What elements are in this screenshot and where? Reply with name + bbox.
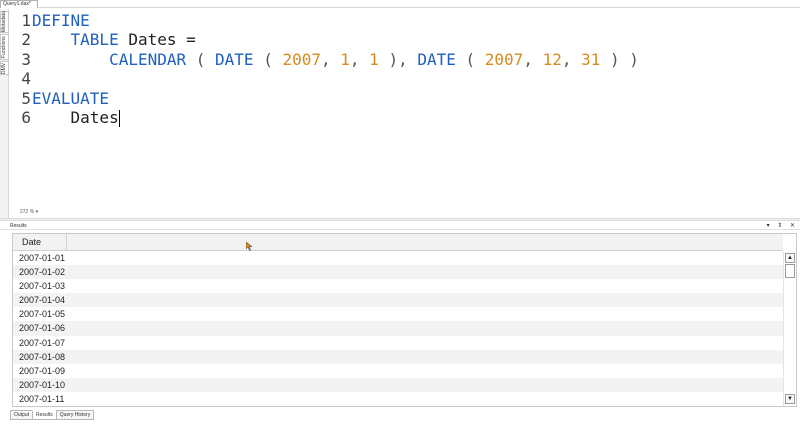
side-tab-dmv[interactable]: DMV <box>0 61 9 75</box>
side-tab-functions[interactable]: Functions <box>0 34 9 60</box>
code-line-1: DEFINE <box>32 11 639 30</box>
text-caret <box>118 109 120 127</box>
punctuation: , <box>349 49 370 69</box>
column-header-date[interactable]: Date <box>13 234 67 251</box>
scroll-up-icon[interactable]: ▲ <box>785 253 795 263</box>
results-grid[interactable]: Date 2007-01-01 2007-01-02 2007-01-03 20… <box>12 233 797 407</box>
line-number: 6 <box>21 107 31 127</box>
results-panel-header: Results ▾ ⇕ ✕ <box>0 222 800 230</box>
punctuation: ( <box>186 49 216 69</box>
table-row[interactable]: 2007-01-04 <box>13 293 783 308</box>
bottom-panel-tabs: Output Results Query History <box>10 410 95 420</box>
punctuation: , <box>561 49 582 69</box>
code-line-3: CALENDAR ( DATE ( 2007, 1, 1 ), DATE ( 2… <box>32 50 639 69</box>
zoom-level: 272 % <box>20 209 35 215</box>
line-number: 3 <box>21 49 31 69</box>
code-area[interactable]: DEFINE TABLE Dates = CALENDAR ( DATE ( 2… <box>32 11 639 127</box>
punctuation: ( <box>253 49 283 69</box>
code-line-6: Dates <box>32 108 639 127</box>
scroll-down-icon[interactable]: ▼ <box>785 394 795 404</box>
table-row[interactable]: 2007-01-10 <box>13 377 783 392</box>
line-number: 4 <box>21 69 31 89</box>
keyword: DEFINE <box>32 11 90 30</box>
table-row[interactable]: 2007-01-05 <box>13 307 783 321</box>
number-literal: 2007 <box>484 49 524 69</box>
document-tab-query1[interactable]: Query1.dax* <box>0 0 38 8</box>
grid-rows: 2007-01-01 2007-01-02 2007-01-03 2007-01… <box>13 251 783 406</box>
side-tab-metadata[interactable]: Metadata <box>0 11 9 33</box>
mouse-pointer-icon <box>246 242 253 251</box>
keyword: TABLE <box>70 30 119 50</box>
function-name: DATE <box>417 49 456 69</box>
keyword: EVALUATE <box>32 88 110 108</box>
number-literal: 2007 <box>282 49 321 69</box>
table-row[interactable]: 2007-01-07 <box>13 336 783 350</box>
line-number: 1 <box>21 11 31 30</box>
line-number: 2 <box>21 30 31 50</box>
punctuation: ( <box>455 49 485 69</box>
punctuation: ), <box>378 49 418 69</box>
line-number: 5 <box>21 88 31 108</box>
editor-zoom-indicator[interactable]: 272 % ▾ <box>10 209 800 216</box>
code-text: Dates <box>70 107 119 127</box>
grid-header: Date <box>13 234 783 251</box>
tab-query-history[interactable]: Query History <box>55 410 95 420</box>
code-line-2: TABLE Dates = <box>32 30 639 49</box>
number-literal: 1 <box>340 49 350 69</box>
scrollbar-thumb[interactable] <box>785 264 795 278</box>
panel-window-buttons[interactable]: ▾ ⇕ ✕ <box>767 222 798 230</box>
table-row[interactable]: 2007-01-08 <box>13 349 783 364</box>
panel-splitter[interactable] <box>0 218 800 221</box>
query-editor[interactable]: 1 2 3 4 5 6 DEFINE TABLE Dates = CALENDA… <box>10 9 800 209</box>
vertical-scrollbar[interactable]: ▲ ▼ <box>783 251 796 406</box>
number-literal: 12 <box>542 49 562 69</box>
table-row[interactable]: 2007-01-02 <box>13 265 783 280</box>
table-row[interactable]: 2007-01-06 <box>13 321 783 336</box>
punctuation: , <box>321 49 341 69</box>
table-row[interactable]: 2007-01-09 <box>13 364 783 378</box>
function-name: DATE <box>215 49 254 69</box>
side-panel-tabs: Metadata Functions DMV <box>0 9 9 219</box>
table-row[interactable]: 2007-01-11 <box>13 392 783 406</box>
table-row[interactable]: 2007-01-03 <box>13 279 783 293</box>
number-literal: 31 <box>581 49 601 69</box>
code-line-5: EVALUATE <box>32 89 639 108</box>
table-row[interactable]: 2007-01-01 <box>13 251 783 265</box>
number-literal: 1 <box>369 49 379 69</box>
document-tab-strip: Query1.dax* <box>0 0 800 8</box>
results-panel-title: Results <box>10 223 27 229</box>
tab-output[interactable]: Output <box>10 410 34 420</box>
punctuation: , <box>523 49 543 69</box>
function-name: CALENDAR <box>109 49 187 69</box>
code-text: Dates = <box>118 30 196 50</box>
tab-results[interactable]: Results <box>32 410 57 420</box>
zoom-dropdown-icon[interactable]: ▾ <box>36 209 39 215</box>
line-number-gutter: 1 2 3 4 5 6 <box>10 11 32 127</box>
punctuation: ) ) <box>600 49 639 69</box>
